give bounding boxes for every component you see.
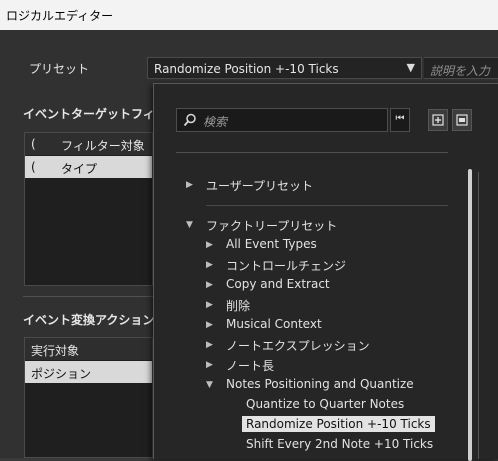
preset-item[interactable]: Quantize to Quarter Notes bbox=[246, 397, 404, 411]
search-icon bbox=[183, 113, 196, 127]
list-item[interactable]: ノートエクスプレッション bbox=[226, 337, 370, 354]
row-exec-target: ポジション bbox=[31, 367, 92, 381]
search-placeholder: 検索 bbox=[203, 115, 228, 129]
chevron-right-icon[interactable]: ▶ bbox=[206, 260, 213, 270]
group-divider bbox=[206, 205, 448, 206]
group-factory-presets[interactable]: ファクトリープリセット bbox=[206, 217, 337, 234]
col-exec-target-header: 実行対象 bbox=[31, 344, 80, 358]
chevron-down-icon[interactable]: ▼ bbox=[407, 61, 415, 74]
table-row[interactable]: ( タイプ bbox=[25, 156, 152, 178]
preset-select[interactable]: Randomize Position +-10 Ticks ▼ bbox=[147, 57, 422, 79]
preset-item-selected[interactable]: Randomize Position +-10 Ticks bbox=[242, 416, 435, 432]
description-field[interactable]: 説明を入力 bbox=[424, 57, 498, 79]
scroll-track bbox=[478, 172, 479, 459]
chevron-right-icon[interactable]: ▶ bbox=[186, 180, 193, 190]
title-bar: ロジカルエディター bbox=[0, 0, 498, 30]
preset-popup: 検索 ⏮ ▶ ユーザープリセット ▼ ファクトリープリセット ▶ All Eve… bbox=[153, 83, 498, 461]
row-target: タイプ bbox=[61, 162, 98, 176]
skip-back-icon: ⏮ bbox=[395, 113, 405, 124]
divider bbox=[23, 296, 153, 297]
remove-preset-icon bbox=[456, 114, 468, 126]
chevron-right-icon[interactable]: ▶ bbox=[206, 360, 213, 370]
list-item[interactable]: ノート長 bbox=[226, 357, 274, 374]
chevron-down-icon[interactable]: ▼ bbox=[206, 380, 213, 390]
preset-label: プリセット bbox=[29, 62, 90, 76]
table-header: ( フィルター対象 bbox=[25, 133, 152, 155]
list-item[interactable]: Notes Positioning and Quantize bbox=[226, 377, 414, 391]
col-paren-header: ( bbox=[31, 137, 36, 151]
preset-item[interactable]: Shift Every 2nd Note +10 Ticks bbox=[246, 437, 433, 451]
row-paren: ( bbox=[31, 160, 36, 174]
list-item[interactable]: 削除 bbox=[226, 297, 250, 314]
chevron-right-icon[interactable]: ▶ bbox=[206, 320, 213, 330]
actions-title: イベント変換アクション bbox=[23, 313, 155, 327]
actions-table: 実行対象 ポジション bbox=[24, 337, 153, 458]
search-input[interactable]: 検索 bbox=[176, 108, 388, 132]
list-item[interactable]: Musical Context bbox=[226, 317, 322, 331]
chevron-right-icon[interactable]: ▶ bbox=[206, 300, 213, 310]
target-filter-table: ( フィルター対象 ( タイプ bbox=[24, 132, 153, 286]
chevron-right-icon[interactable]: ▶ bbox=[206, 340, 213, 350]
add-preset-icon bbox=[432, 114, 444, 126]
scrollbar[interactable] bbox=[468, 169, 472, 461]
preset-value: Randomize Position +-10 Ticks bbox=[154, 62, 339, 76]
chevron-right-icon[interactable]: ▶ bbox=[206, 280, 213, 290]
list-item[interactable]: コントロールチェンジ bbox=[226, 257, 346, 274]
remove-preset-button[interactable] bbox=[452, 109, 472, 131]
save-preset-button[interactable] bbox=[428, 109, 448, 131]
window-title: ロジカルエディター bbox=[6, 9, 114, 23]
chevron-down-icon[interactable]: ▼ bbox=[186, 220, 193, 230]
col-target-header: フィルター対象 bbox=[61, 139, 145, 153]
popup-divider bbox=[176, 152, 448, 153]
list-item[interactable]: Copy and Extract bbox=[226, 277, 330, 291]
group-user-presets[interactable]: ユーザープリセット bbox=[206, 177, 313, 194]
description-placeholder: 説明を入力 bbox=[430, 64, 491, 78]
chevron-right-icon[interactable]: ▶ bbox=[206, 240, 213, 250]
table-header: 実行対象 bbox=[25, 338, 152, 360]
reset-search-button[interactable]: ⏮ bbox=[390, 108, 410, 132]
list-item[interactable]: All Event Types bbox=[226, 237, 317, 251]
table-row[interactable]: ポジション bbox=[25, 361, 152, 383]
